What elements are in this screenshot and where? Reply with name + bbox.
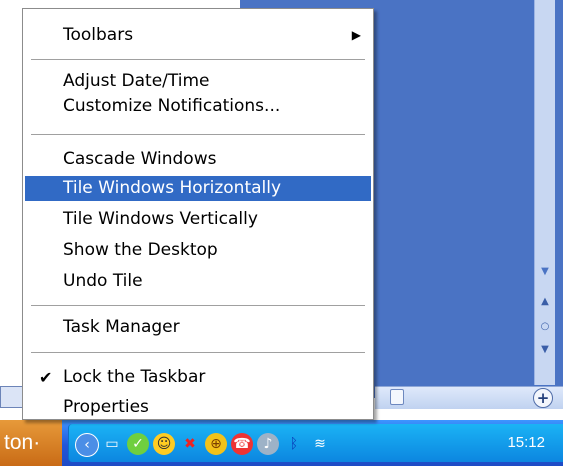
menu-item-show-desktop[interactable]: Show the Desktop (25, 238, 371, 263)
menu-item-tile-vertically[interactable]: Tile Windows Vertically (25, 207, 371, 232)
window-edge (0, 386, 24, 408)
menu-item-cascade-windows[interactable]: Cascade Windows (25, 147, 371, 172)
menu-item-toolbars[interactable]: Toolbars ▶ (25, 23, 371, 48)
globe-icon[interactable]: ⊕ (205, 433, 227, 455)
menu-separator (31, 59, 365, 60)
menu-item-label: Task Manager (63, 317, 180, 337)
zoom-slider[interactable]: + (375, 386, 563, 409)
taskbar: ton· ‹ ▭ ✓ ☺ ✖ ⊕ ☎ ♪ ᛒ ≋ 15:12 (0, 420, 563, 466)
menu-item-label: Properties (63, 397, 149, 417)
menu-item-label: Cascade Windows (63, 149, 217, 169)
menu-item-label: Customize Notifications... (63, 96, 281, 116)
taskbar-context-menu: Toolbars ▶ Adjust Date/Time Customize No… (22, 8, 374, 420)
menu-item-customize-notifications[interactable]: Customize Notifications... (25, 94, 371, 119)
menu-item-undo-tile[interactable]: Undo Tile (25, 269, 371, 294)
zoom-in-icon[interactable]: + (533, 388, 553, 408)
menu-item-label: Show the Desktop (63, 240, 218, 260)
clock[interactable]: 15:12 (507, 424, 545, 462)
zoom-slider-thumb[interactable] (390, 389, 404, 405)
select-browse-object-icon[interactable]: ○ (539, 322, 551, 332)
menu-item-label: Lock the Taskbar (63, 367, 206, 387)
scroll-down-arrow-icon[interactable]: ▼ (539, 267, 551, 277)
menu-item-label: Tile Windows Vertically (63, 209, 258, 229)
menu-item-task-manager[interactable]: Task Manager (25, 315, 371, 340)
submenu-arrow-icon: ▶ (351, 28, 361, 42)
menu-item-label: Undo Tile (63, 271, 143, 291)
start-button[interactable]: ton· (0, 420, 62, 466)
checkmark-icon: ✔ (39, 368, 53, 387)
chat-icon[interactable]: ☺ (153, 433, 175, 455)
menu-separator (31, 352, 365, 353)
menu-item-properties[interactable]: Properties (25, 395, 371, 420)
menu-item-label: Tile Windows Horizontally (63, 178, 282, 198)
bluetooth-icon[interactable]: ᛒ (283, 433, 305, 455)
notification-area: ‹ ▭ ✓ ☺ ✖ ⊕ ☎ ♪ ᛒ ≋ 15:12 (68, 424, 563, 462)
next-page-icon[interactable]: ▼ (539, 345, 551, 355)
menu-item-label: Toolbars (63, 25, 134, 45)
menu-separator (31, 134, 365, 135)
menu-separator (31, 305, 365, 306)
menu-item-label: Adjust Date/Time (63, 71, 210, 91)
vertical-scrollbar[interactable]: ▼ ▲ ○ ▼ (534, 0, 555, 385)
audio-icon[interactable]: ♪ (257, 433, 279, 455)
network-disconnected-icon[interactable]: ✖ (179, 433, 201, 455)
menu-item-adjust-date-time[interactable]: Adjust Date/Time (25, 69, 371, 94)
previous-page-icon[interactable]: ▲ (539, 297, 551, 307)
network-icon[interactable]: ▭ (101, 433, 123, 455)
phone-icon[interactable]: ☎ (231, 433, 253, 455)
wireless-icon[interactable]: ≋ (309, 433, 331, 455)
back-arrow-icon[interactable]: ‹ (75, 433, 99, 457)
messenger-icon[interactable]: ✓ (127, 433, 149, 455)
menu-item-tile-horizontally[interactable]: Tile Windows Horizontally (25, 176, 371, 201)
menu-item-lock-taskbar[interactable]: ✔ Lock the Taskbar (25, 365, 371, 390)
